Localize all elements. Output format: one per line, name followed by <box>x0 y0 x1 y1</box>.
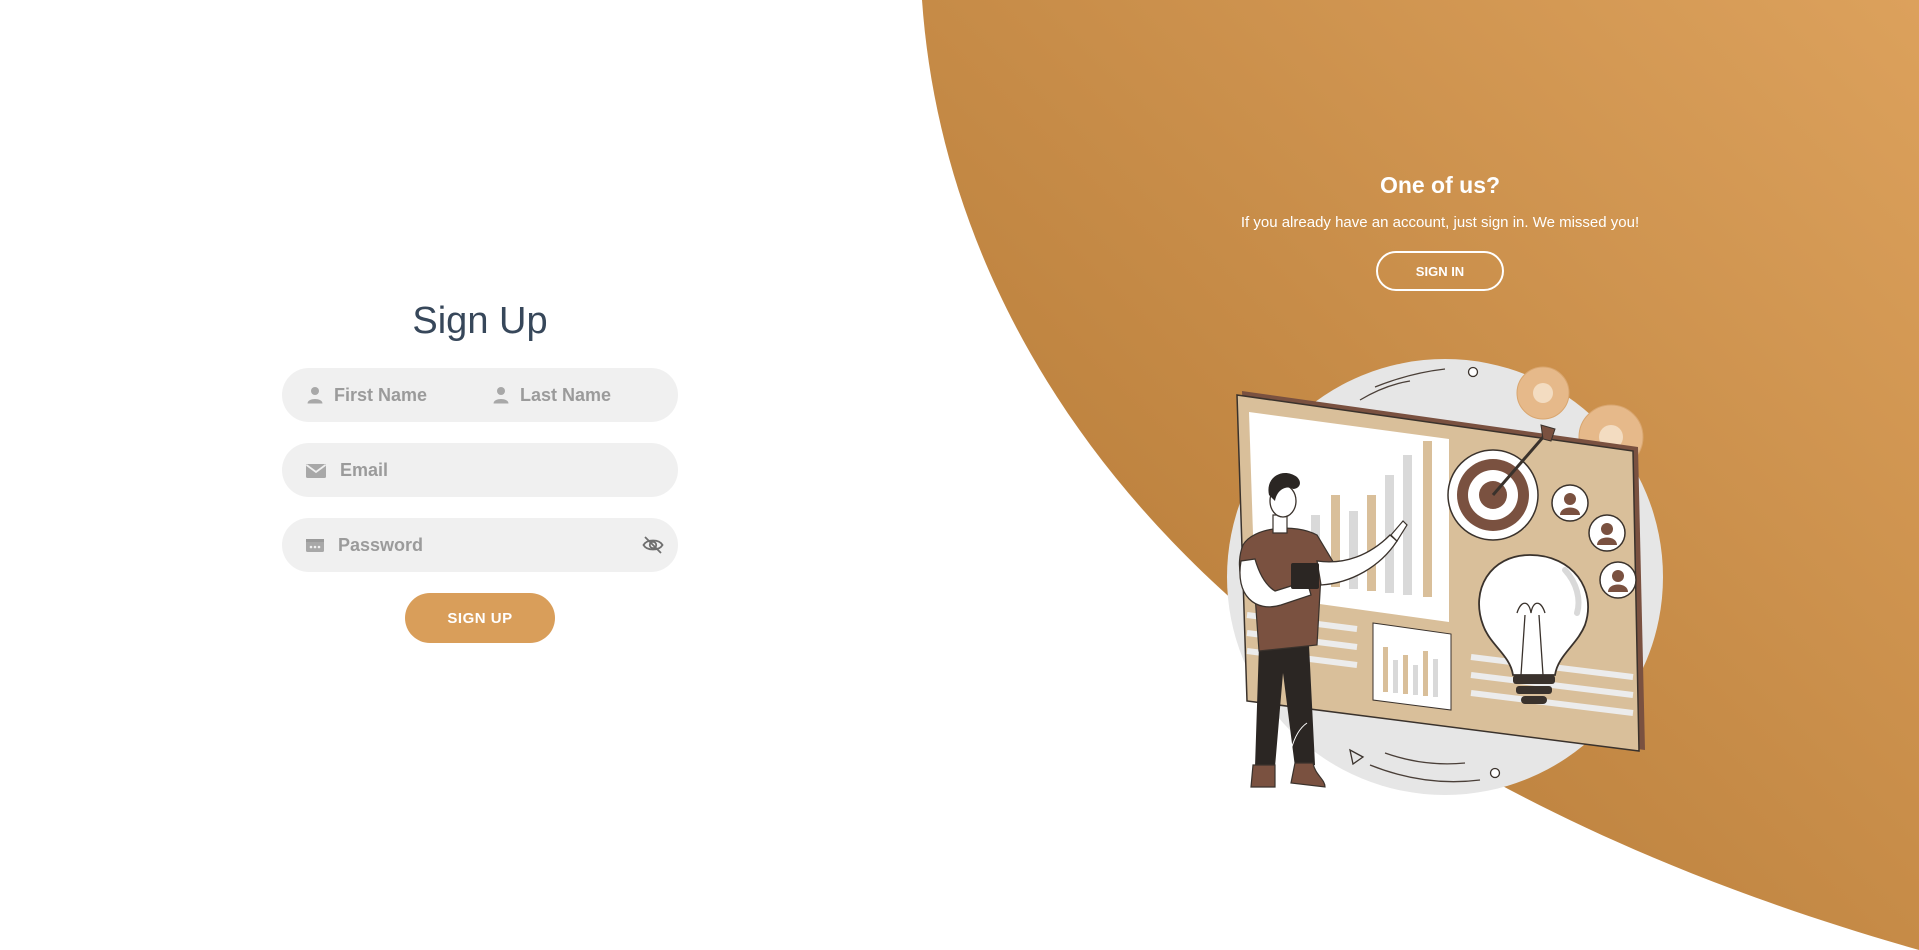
user-icon <box>307 387 323 404</box>
last-name-wrapper <box>492 368 678 422</box>
signup-title: Sign Up <box>412 300 548 342</box>
last-name-input[interactable] <box>520 368 670 422</box>
first-name-wrapper <box>306 368 492 422</box>
email-field <box>282 443 678 497</box>
envelope-icon <box>306 464 326 478</box>
signin-panel-text: If you already have an account, just sig… <box>1240 214 1640 231</box>
eye-slash-icon[interactable] <box>642 535 664 555</box>
user-icon <box>493 387 509 404</box>
name-field-group <box>282 368 678 422</box>
signin-panel: One of us? If you already have an accoun… <box>1190 168 1690 291</box>
signup-form: Sign Up First Name Last Name Email SIGN … <box>282 296 678 643</box>
signup-button[interactable]: SIGN UP <box>405 593 555 643</box>
email-input[interactable] <box>340 443 678 497</box>
signin-panel-title: One of us? <box>1379 172 1501 198</box>
password-input[interactable] <box>338 518 608 572</box>
presentation-illustration <box>1227 359 1663 795</box>
password-field <box>282 518 678 572</box>
id-card-icon <box>306 539 324 552</box>
signin-button[interactable]: SIGN IN <box>1376 251 1504 291</box>
page: Sign Up First Name Last Name Email SIGN … <box>0 0 1919 950</box>
first-name-input[interactable] <box>334 368 484 422</box>
